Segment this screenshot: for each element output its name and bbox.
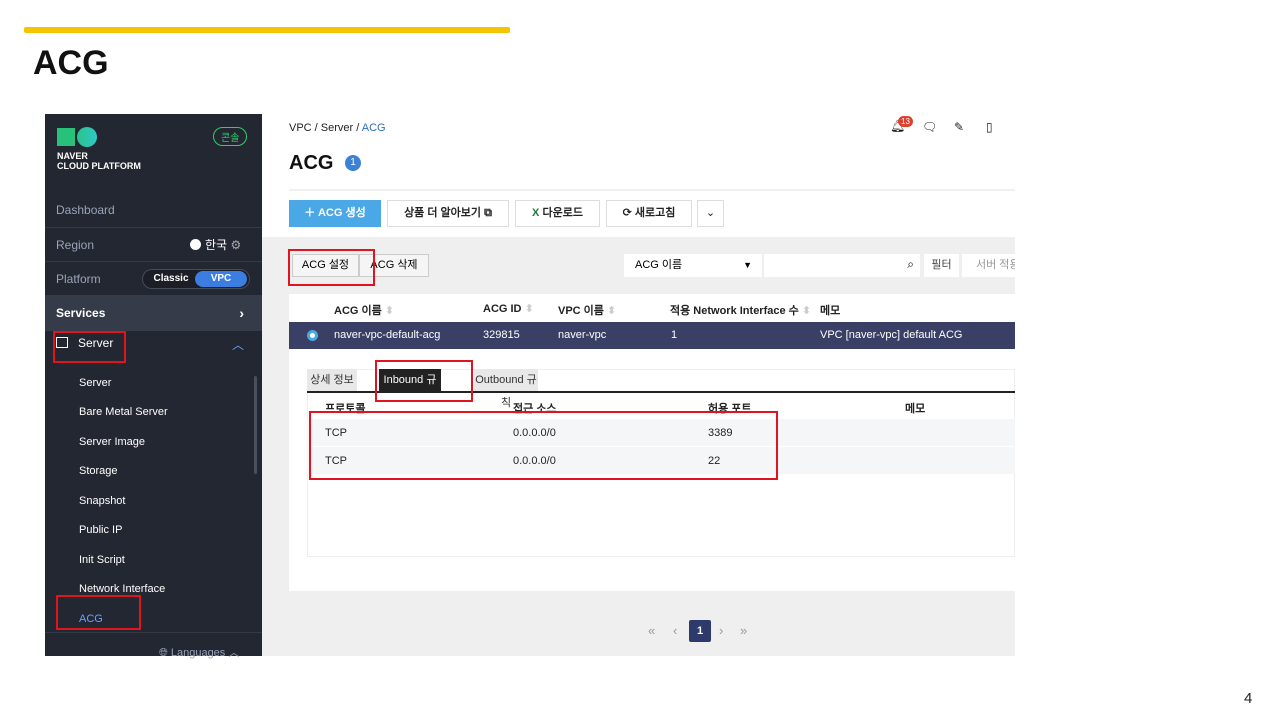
prev-page-icon[interactable]: ‹ (673, 623, 677, 638)
col-memo: 메모 (820, 305, 841, 317)
main-content: VPC / Server / ACG 🔔︎ 13 🗨︎ ✎ ▯ ACG 1 ＋ … (262, 114, 1015, 656)
search-icon[interactable]: ⌕ (907, 257, 914, 272)
korea-flag-icon (190, 239, 201, 250)
dropdown-arrow-icon: ▼ (743, 260, 752, 270)
sidebar-item-bare-metal[interactable]: Bare Metal Server (79, 406, 168, 418)
region-row: Region 한국 ⚙ (45, 227, 262, 261)
divider (289, 189, 1015, 191)
platform-vpc[interactable]: VPC (195, 271, 247, 287)
refresh-icon: ⟳ (622, 207, 632, 219)
excel-icon: X (532, 207, 540, 219)
col-rule-memo: 메모 (905, 403, 926, 415)
sidebar-item-storage[interactable]: Storage (79, 465, 118, 477)
table-row[interactable]: naver-vpc-default-acg 329815 naver-vpc 1… (289, 322, 1015, 349)
highlight-box (56, 595, 141, 630)
highlight-box (309, 411, 778, 480)
cell-name: naver-vpc-default-acg (334, 329, 441, 341)
sidebar-item-snapshot[interactable]: Snapshot (79, 495, 125, 507)
create-acg-button[interactable]: ＋ ACG 생성 (289, 200, 381, 227)
search-input[interactable]: ⌕ (764, 254, 920, 277)
col-acg-id[interactable]: ACG ID ⬍ (483, 302, 534, 315)
tab-outbound[interactable]: Outbound 규칙 (474, 369, 538, 409)
breadcrumb: VPC / Server / ACG (289, 122, 386, 134)
page-number: 4 (1244, 690, 1253, 707)
refresh-button[interactable]: ⟳ 새로고침 (606, 200, 692, 227)
logo-icon (57, 128, 75, 146)
memo-icon[interactable]: ✎ (954, 120, 964, 134)
more-dropdown-button[interactable]: ⌄ (697, 200, 724, 227)
sidebar: NAVER CLOUD PLATFORM 콘솔 Dashboard Region … (45, 114, 262, 659)
slide-title: ACG (33, 44, 109, 82)
page-current[interactable]: 1 (689, 620, 711, 642)
languages-button[interactable]: 🌐︎ Languages ︿ (159, 644, 239, 660)
highlight-box (375, 360, 473, 402)
learn-more-button[interactable]: 상품 더 알아보기 ⧉ (387, 200, 509, 227)
sidebar-item-server-image[interactable]: Server Image (79, 436, 145, 448)
gear-icon[interactable]: ⚙ (230, 238, 241, 252)
notification-badge: 13 (898, 116, 913, 127)
external-link-icon: ⧉ (484, 207, 492, 219)
chat-icon[interactable]: 🗨︎ (922, 120, 937, 134)
console-button[interactable]: 콘솔 (213, 127, 248, 146)
next-page-icon[interactable]: › (719, 623, 723, 638)
page-title: ACG (289, 152, 334, 174)
server-apply-button[interactable]: 서버 적용 (962, 254, 1015, 277)
cell-memo: VPC [naver-vpc] default ACG (820, 329, 963, 341)
cell-ni-count: 1 (671, 329, 678, 341)
row-radio[interactable] (307, 330, 318, 341)
breadcrumb-vpc[interactable]: VPC (289, 122, 312, 134)
col-acg-name[interactable]: ACG 이름 ⬍ (334, 302, 394, 318)
region-select[interactable]: 한국 (205, 238, 227, 252)
filter-button[interactable]: 필터 (924, 254, 959, 277)
logo-icon (77, 127, 97, 147)
last-page-icon[interactable]: » (740, 623, 747, 638)
title-accent-bar (24, 27, 510, 33)
chevron-right-icon: › (239, 305, 244, 321)
cell-id: 329815 (483, 329, 520, 341)
logo-text: NAVER CLOUD PLATFORM (57, 151, 141, 171)
col-ni-count[interactable]: 적용 Network Interface 수 ⬍ (670, 302, 811, 318)
first-page-icon[interactable]: « (648, 623, 655, 638)
globe-icon: 🌐︎ (159, 647, 171, 659)
count-badge: 1 (345, 155, 361, 171)
cell-vpc: naver-vpc (558, 329, 607, 341)
breadcrumb-server[interactable]: Server (321, 122, 353, 134)
divider (45, 632, 262, 633)
sidebar-item-server[interactable]: Server (79, 377, 111, 389)
chevron-up-icon[interactable]: ︿ (232, 336, 244, 353)
scrollbar[interactable] (254, 376, 257, 474)
tab-details[interactable]: 상세 정보 (307, 369, 357, 392)
platform-toggle[interactable]: Classic VPC (142, 269, 250, 289)
highlight-box (288, 249, 375, 286)
download-button[interactable]: X 다운로드 (515, 200, 600, 227)
highlight-box (53, 331, 126, 363)
sidebar-item-init-script[interactable]: Init Script (79, 554, 125, 566)
breadcrumb-acg: ACG (361, 122, 386, 134)
sidebar-item-network-interface[interactable]: Network Interface (79, 583, 165, 595)
search-field-select[interactable]: ACG 이름 ▼ (624, 254, 762, 277)
sidebar-item-public-ip[interactable]: Public IP (79, 524, 122, 536)
sidebar-item-dashboard[interactable]: Dashboard (45, 193, 262, 227)
services-menu[interactable]: Services › (45, 295, 262, 331)
col-vpc-name[interactable]: VPC 이름 ⬍ (558, 302, 616, 318)
platform-classic[interactable]: Classic (149, 271, 193, 287)
device-icon[interactable]: ▯ (986, 120, 993, 134)
